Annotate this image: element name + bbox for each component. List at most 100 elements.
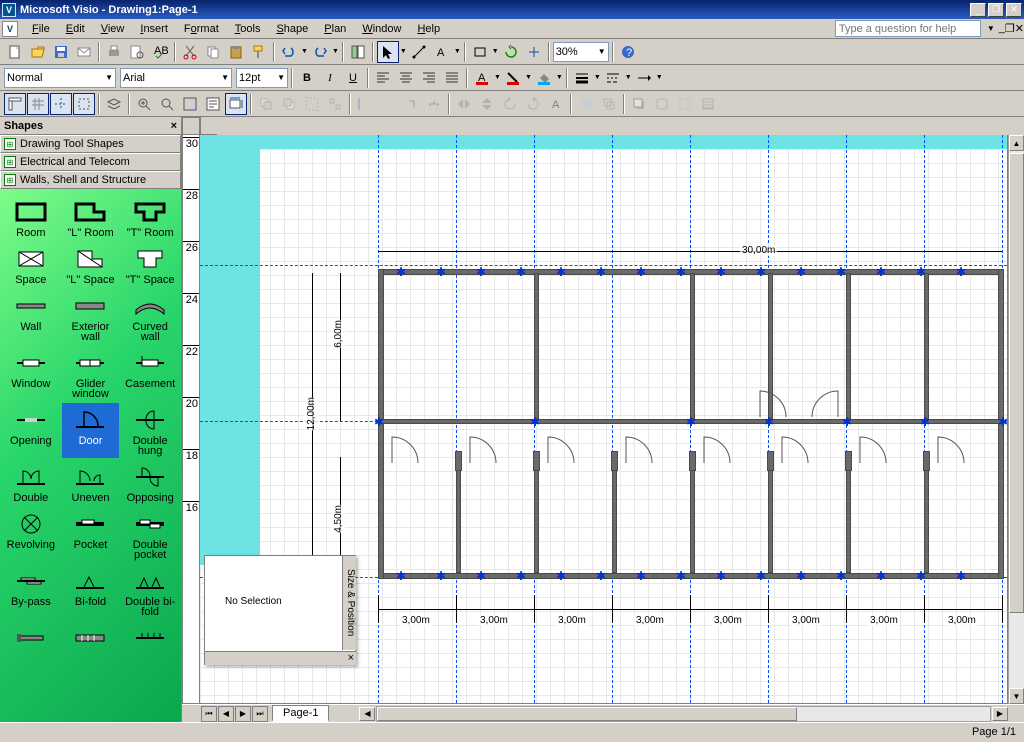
shape-stencil-item[interactable]: Space bbox=[2, 242, 60, 287]
underline-button[interactable]: U bbox=[342, 67, 364, 89]
shape-stencil-item[interactable]: Double bbox=[2, 460, 60, 505]
ungroup-button[interactable] bbox=[324, 93, 346, 115]
shape-stencil-item[interactable]: Opening bbox=[2, 403, 60, 458]
connector-tool-button[interactable] bbox=[408, 41, 430, 63]
wall-shape[interactable] bbox=[923, 451, 930, 471]
font-combo[interactable]: Arial▼ bbox=[120, 68, 232, 88]
wall-shape[interactable] bbox=[924, 273, 929, 419]
format-painter-button[interactable] bbox=[248, 41, 270, 63]
copy-button[interactable] bbox=[202, 41, 224, 63]
group-button[interactable] bbox=[301, 93, 323, 115]
send-back-button[interactable] bbox=[278, 93, 300, 115]
align-justify-button[interactable] bbox=[441, 67, 463, 89]
shape-stencil-item[interactable]: Room bbox=[2, 195, 60, 240]
line-ends-button[interactable] bbox=[633, 67, 655, 89]
shape-stencil-item[interactable]: Opposing bbox=[121, 460, 179, 505]
shape-stencil-item[interactable]: Door bbox=[62, 403, 120, 458]
menu-insert[interactable]: Insert bbox=[132, 21, 176, 37]
wall-shape[interactable] bbox=[534, 273, 539, 419]
pointer-dropdown[interactable]: ▼ bbox=[400, 48, 407, 55]
wall-shape[interactable] bbox=[533, 451, 540, 471]
text-dropdown[interactable]: ▼ bbox=[454, 48, 461, 55]
shape-stencil-item[interactable]: "T" Space bbox=[121, 242, 179, 287]
shape-stencil-item[interactable]: Casement bbox=[121, 346, 179, 401]
line-weight-dd[interactable]: ▼ bbox=[594, 74, 601, 81]
rotate-left-button[interactable] bbox=[499, 93, 521, 115]
print-preview-button[interactable] bbox=[126, 41, 148, 63]
shape-stencil-item[interactable] bbox=[121, 621, 179, 656]
pan-zoom-button[interactable] bbox=[179, 93, 201, 115]
maximize-button[interactable]: ❐ bbox=[988, 3, 1004, 17]
line-ends-dd[interactable]: ▼ bbox=[656, 74, 663, 81]
corner-rounding-button[interactable] bbox=[651, 93, 673, 115]
wall-shape[interactable] bbox=[846, 273, 851, 419]
print-button[interactable] bbox=[103, 41, 125, 63]
menu-format[interactable]: Format bbox=[176, 21, 227, 37]
flip-h-button[interactable] bbox=[453, 93, 475, 115]
text-tool-button[interactable]: A bbox=[431, 41, 453, 63]
menu-window[interactable]: Window bbox=[354, 21, 409, 37]
mdi-restore[interactable]: ❐ bbox=[1005, 22, 1015, 35]
shadow-button[interactable] bbox=[628, 93, 650, 115]
stencil-electrical[interactable]: ⊞Electrical and Telecom bbox=[0, 153, 181, 171]
stencil-walls[interactable]: ⊞Walls, Shell and Structure bbox=[0, 171, 181, 189]
paste-button[interactable] bbox=[225, 41, 247, 63]
menu-help[interactable]: Help bbox=[409, 21, 448, 37]
distribute-button[interactable] bbox=[377, 93, 399, 115]
shape-stencil-item[interactable]: Bi-fold bbox=[62, 564, 120, 619]
shape-stencil-item[interactable]: "T" Room bbox=[121, 195, 179, 240]
scroll-up-button[interactable]: ▲ bbox=[1009, 135, 1024, 151]
shape-stencil-item[interactable]: Double hung bbox=[121, 403, 179, 458]
cut-button[interactable] bbox=[179, 41, 201, 63]
menu-shape[interactable]: Shape bbox=[268, 21, 316, 37]
menu-edit[interactable]: Edit bbox=[58, 21, 93, 37]
stencil-drawing-tool[interactable]: ⊞Drawing Tool Shapes bbox=[0, 135, 181, 153]
fragment-button[interactable] bbox=[598, 93, 620, 115]
page-tab-1[interactable]: Page-1 bbox=[272, 705, 329, 722]
horizontal-scrollbar[interactable] bbox=[376, 706, 991, 722]
wall-shape[interactable] bbox=[690, 273, 695, 419]
layers-button[interactable] bbox=[103, 93, 125, 115]
rotate-text-button[interactable]: A bbox=[545, 93, 567, 115]
tab-last-button[interactable]: ⏭ bbox=[252, 706, 268, 722]
shape-stencil-item[interactable]: By-pass bbox=[2, 564, 60, 619]
close-button[interactable]: ✕ bbox=[1006, 3, 1022, 17]
wall-shape[interactable] bbox=[845, 451, 852, 471]
rectangle-tool-button[interactable] bbox=[469, 41, 491, 63]
guides-button[interactable] bbox=[50, 93, 72, 115]
rotate-button[interactable] bbox=[500, 41, 522, 63]
vertical-scrollbar[interactable]: ▲ ▼ bbox=[1008, 135, 1024, 704]
door-shape[interactable] bbox=[468, 435, 498, 465]
connection-points-button[interactable] bbox=[73, 93, 95, 115]
transparency-button[interactable] bbox=[674, 93, 696, 115]
wall-shape[interactable] bbox=[767, 451, 774, 471]
pointer-tool-button[interactable] bbox=[377, 41, 399, 63]
layout-shapes-button[interactable] bbox=[423, 93, 445, 115]
shape-stencil-item[interactable]: Pocket bbox=[62, 507, 120, 562]
door-shape[interactable] bbox=[546, 435, 576, 465]
help-search-input[interactable] bbox=[835, 20, 981, 37]
fill-pattern-button[interactable] bbox=[697, 93, 719, 115]
open-button[interactable] bbox=[27, 41, 49, 63]
spelling-button[interactable]: ABC bbox=[149, 41, 171, 63]
help-button[interactable]: ? bbox=[617, 41, 639, 63]
scroll-thumb-h[interactable] bbox=[377, 707, 797, 721]
minimize-button[interactable]: _ bbox=[970, 3, 986, 17]
fill-color-dd[interactable]: ▼ bbox=[556, 74, 563, 81]
shape-stencil-item[interactable] bbox=[62, 621, 120, 656]
door-shape[interactable] bbox=[702, 435, 732, 465]
shape-stencil-item[interactable]: Window bbox=[2, 346, 60, 401]
door-shape[interactable] bbox=[758, 389, 788, 419]
redo-button[interactable] bbox=[309, 41, 331, 63]
style-combo[interactable]: Normal▼ bbox=[4, 68, 116, 88]
door-shape[interactable] bbox=[858, 435, 888, 465]
fill-color-button[interactable] bbox=[533, 67, 555, 89]
rotate-right-button[interactable] bbox=[522, 93, 544, 115]
door-shape[interactable] bbox=[810, 389, 840, 419]
scroll-left-button[interactable]: ◀ bbox=[359, 707, 375, 721]
size-position-button[interactable] bbox=[225, 93, 247, 115]
union-button[interactable] bbox=[575, 93, 597, 115]
redo-dropdown[interactable]: ▼ bbox=[332, 48, 339, 55]
shapes-close-button[interactable]: × bbox=[171, 120, 177, 132]
font-size-combo[interactable]: 12pt▼ bbox=[236, 68, 288, 88]
